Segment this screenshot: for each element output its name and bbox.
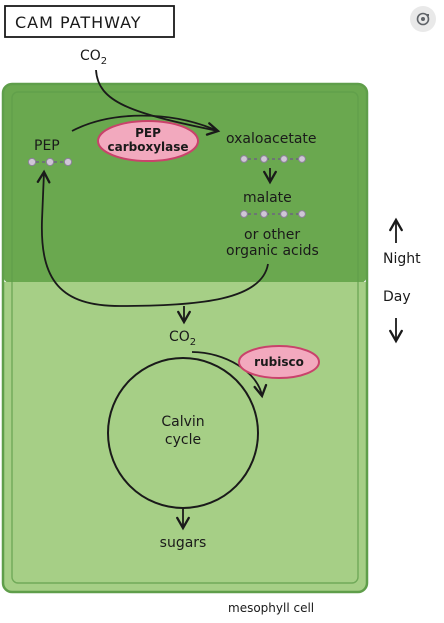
other-acids-line2: organic acids [226, 243, 319, 259]
cam-pathway-diagram: CAM PATHWAY CO2 PEP carboxylase PEP oxal… [1, 5, 421, 615]
pep-carboxylase-line2: carboxylase [107, 140, 188, 154]
oxaloacetate-label: oxaloacetate [226, 131, 317, 147]
rubisco-enzyme: rubisco [238, 345, 320, 379]
calvin-label-line1: Calvin [161, 414, 204, 430]
rubisco-label: rubisco [254, 355, 304, 369]
other-acids-line1: or other [244, 227, 300, 243]
night-label: Night [383, 251, 421, 267]
sugars-label: sugars [160, 535, 207, 551]
pep-molecule-icon [27, 157, 73, 167]
mesophyll-cell-label: mesophyll cell [228, 601, 314, 615]
co2-top-label: CO2 [80, 48, 107, 67]
malate-label: malate [243, 190, 292, 206]
diagram-title: CAM PATHWAY [15, 13, 142, 32]
search-lens-icon [416, 12, 430, 26]
search-lens-button[interactable] [410, 6, 436, 32]
pep-label: PEP [34, 138, 60, 154]
pep-carboxylase-enzyme: PEP carboxylase [97, 120, 199, 162]
day-label: Day [383, 289, 411, 305]
pep-carboxylase-line1: PEP [135, 126, 161, 140]
calvin-label-line2: cycle [165, 432, 201, 448]
